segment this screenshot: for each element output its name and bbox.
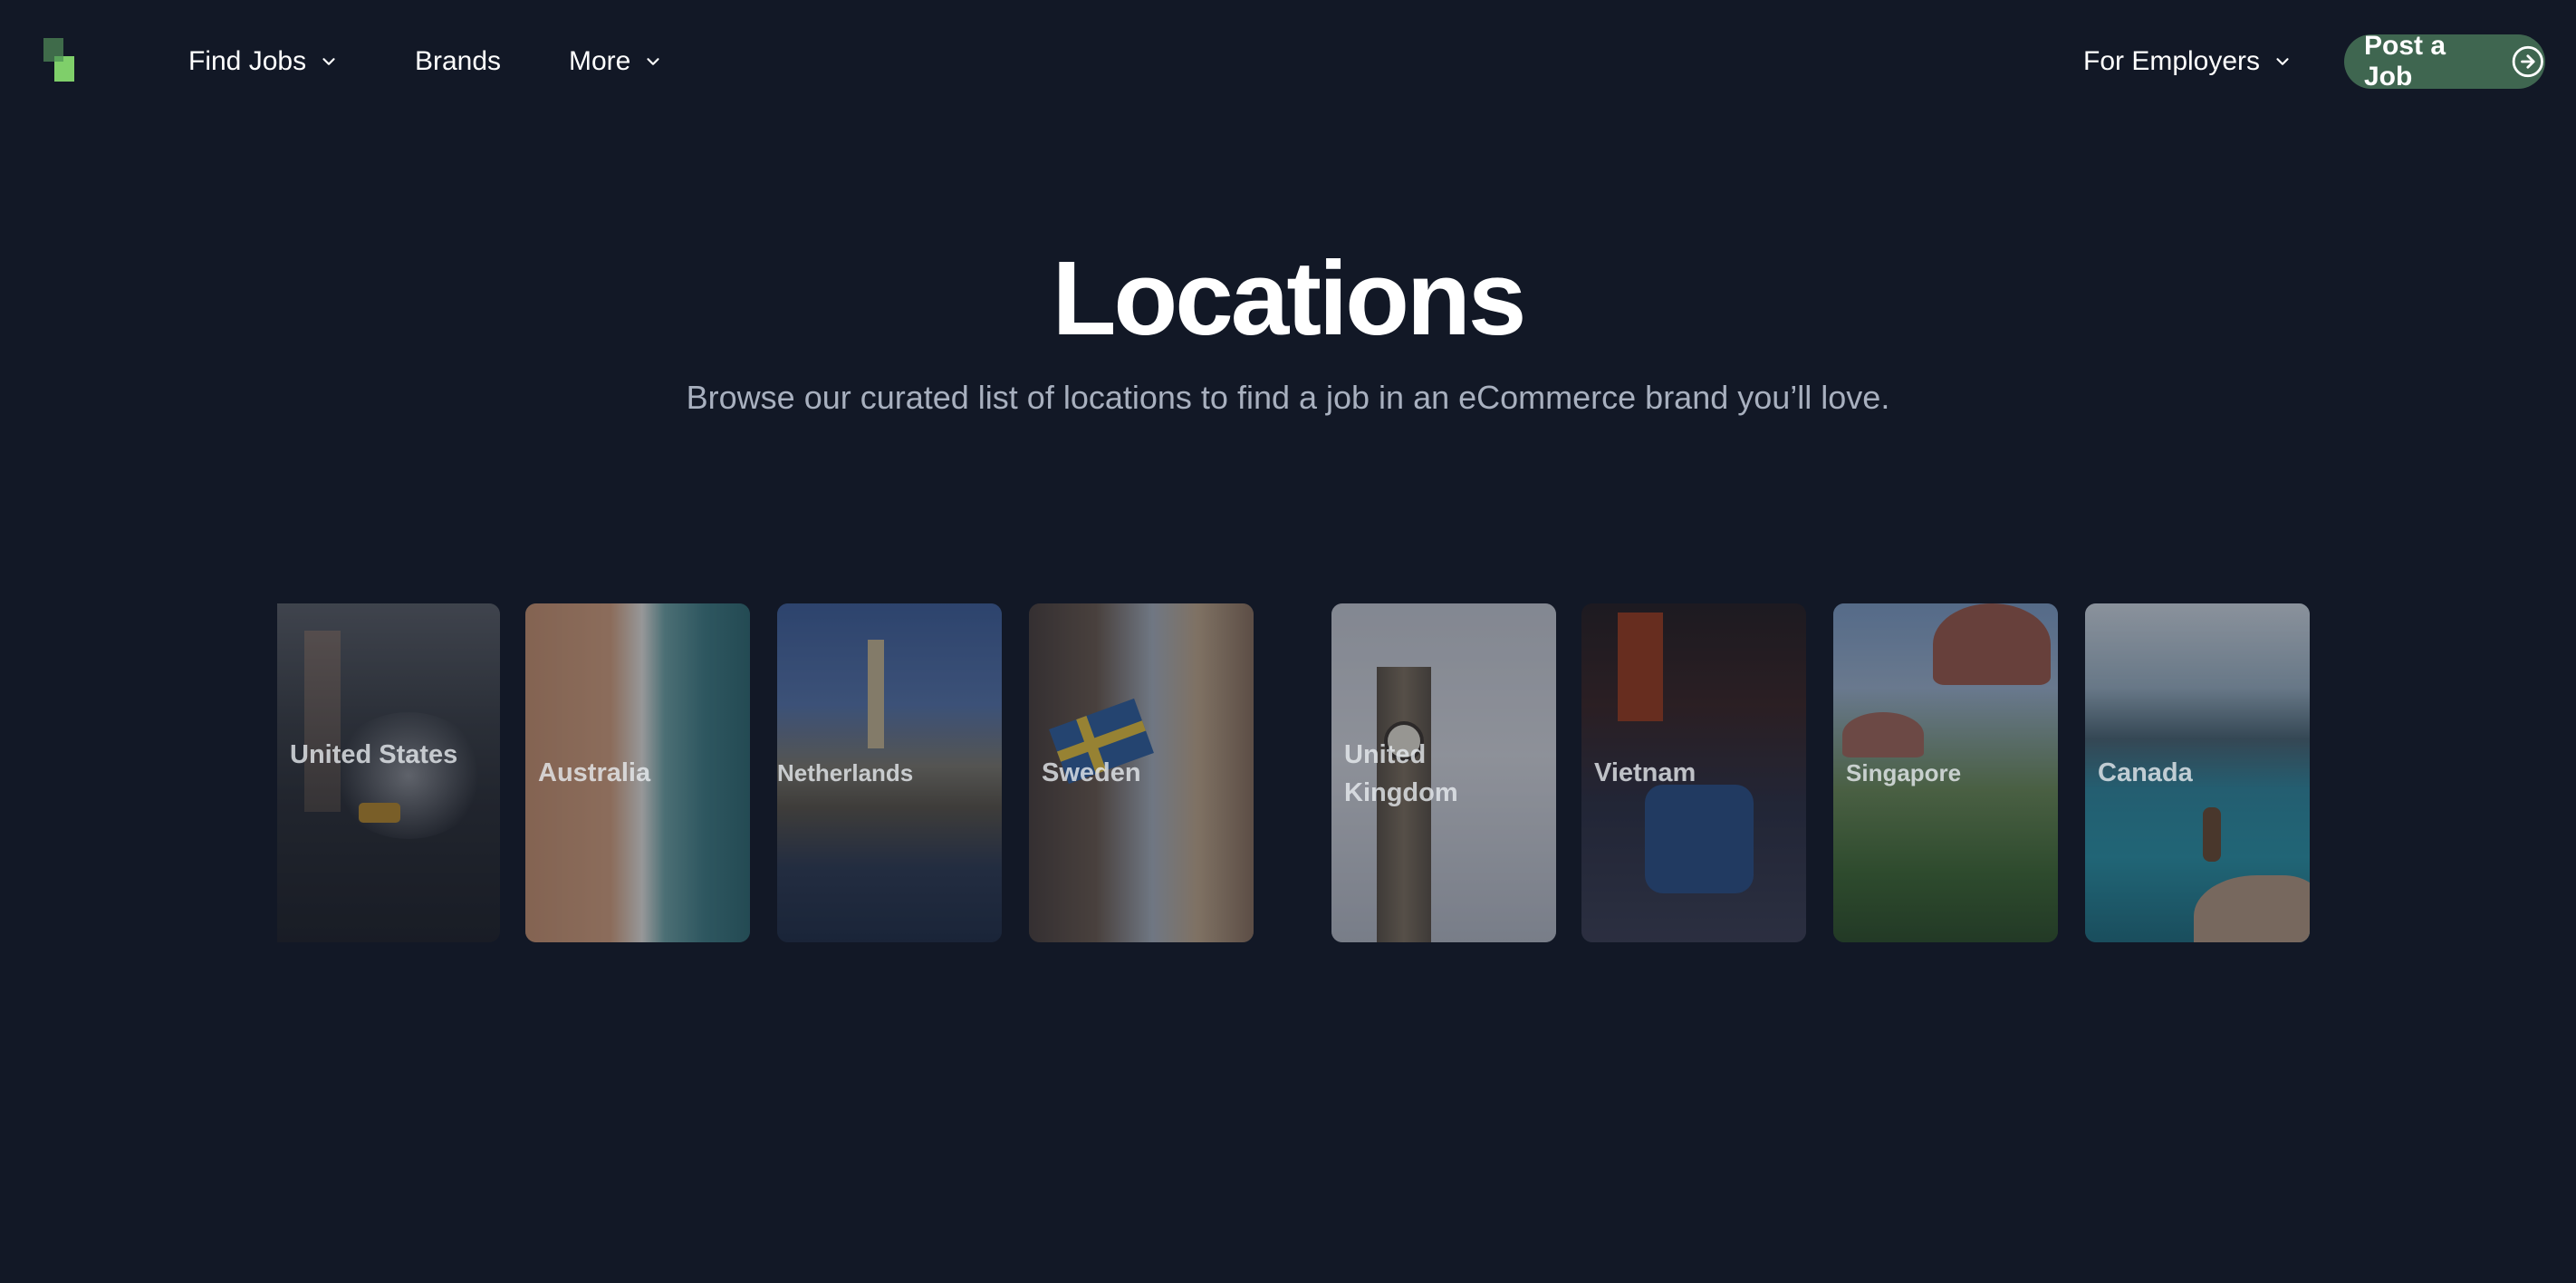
location-name: Singapore <box>1846 759 1962 786</box>
logo-icon[interactable] <box>43 38 76 83</box>
chevron-down-icon <box>322 58 335 65</box>
page: Find Jobs Brands More For Employers Post… <box>0 0 2576 1283</box>
location-card-singapore[interactable]: Singapore <box>1833 603 2058 942</box>
nav-brands[interactable]: Brands <box>415 40 501 83</box>
nav-more-label: More <box>569 46 631 76</box>
location-name: Australia <box>538 758 651 787</box>
location-name: United States <box>290 740 458 769</box>
chevron-down-icon <box>647 58 659 65</box>
arrow-right-circle-icon <box>2513 45 2544 78</box>
location-card-vietnam[interactable]: Vietnam <box>1581 603 1806 942</box>
nav-find-jobs[interactable]: Find Jobs <box>188 40 339 83</box>
location-card-united-states[interactable]: United States <box>277 603 500 942</box>
post-job-button[interactable]: Post a Job <box>2344 31 2545 92</box>
page-title: Locations <box>1052 239 1527 357</box>
top-nav: Find Jobs Brands More For Employers Post… <box>0 0 2576 123</box>
location-name: Netherlands <box>777 759 914 786</box>
location-card-netherlands[interactable]: Netherlands <box>777 603 1002 942</box>
location-name: United Kingdom <box>1344 740 1458 807</box>
location-name: Sweden <box>1042 758 1141 787</box>
location-name: Vietnam <box>1594 758 1697 787</box>
location-card-canada[interactable]: Canada <box>2085 603 2310 942</box>
location-card-sweden[interactable]: Sweden <box>1029 603 1254 942</box>
nav-for-employers-label: For Employers <box>2083 46 2261 76</box>
location-card-united-kingdom[interactable]: United Kingdom <box>1331 603 1556 942</box>
post-job-label: Post a Job <box>2364 31 2446 92</box>
nav-for-employers[interactable]: For Employers <box>2083 40 2292 83</box>
nav-find-jobs-label: Find Jobs <box>188 46 307 76</box>
nav-brands-label: Brands <box>415 46 502 76</box>
location-name: Canada <box>2098 758 2193 787</box>
page-subtitle: Browse our curated list of locations to … <box>686 379 1890 416</box>
nav-more[interactable]: More <box>569 40 663 83</box>
chevron-down-icon <box>2276 58 2289 65</box>
location-card-australia[interactable]: Australia <box>525 603 750 942</box>
